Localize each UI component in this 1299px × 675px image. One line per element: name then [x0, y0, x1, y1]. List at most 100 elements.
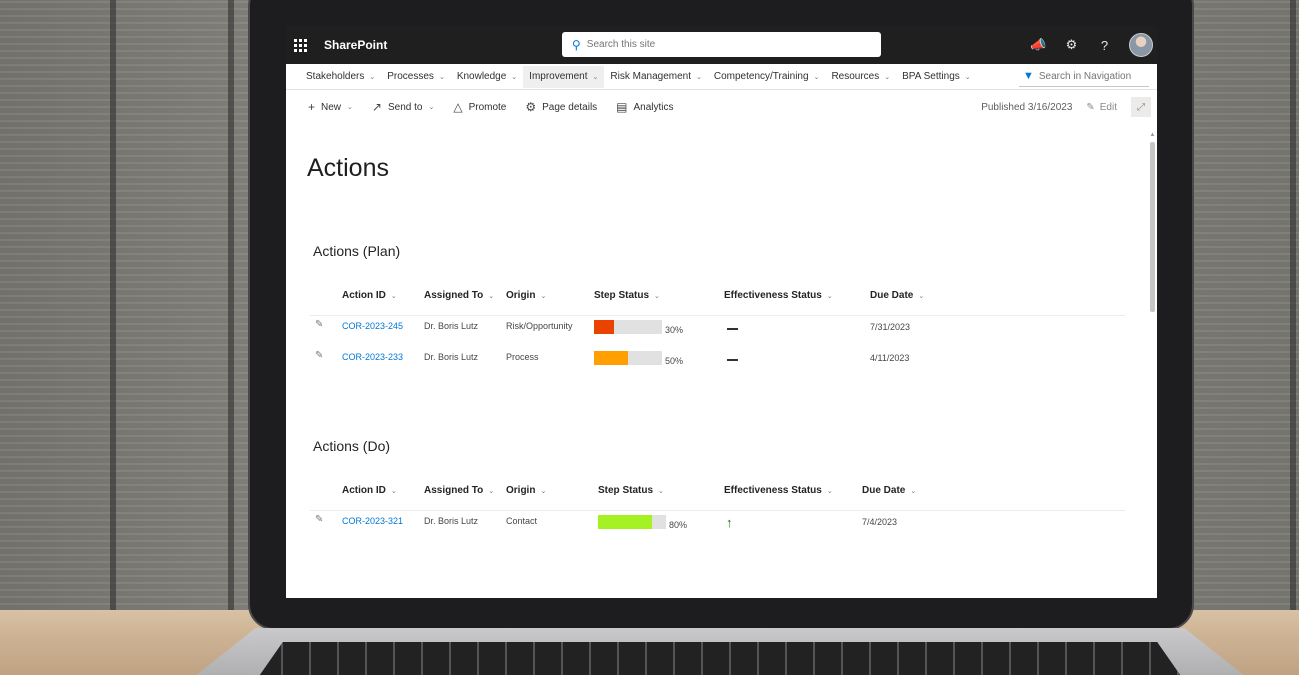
page-details-label: Page details [542, 101, 598, 113]
new-label: New [321, 101, 342, 113]
origin-cell: Risk/Opportunity [506, 321, 573, 331]
megaphone-icon[interactable]: 📣 [1030, 37, 1047, 53]
column-header-due-date[interactable]: Due Date ⌄ [862, 485, 916, 496]
edit-label: Edit [1099, 101, 1117, 113]
scroll-up-icon[interactable]: ▲ [1149, 130, 1156, 140]
chevron-down-icon: ⌄ [369, 73, 376, 81]
search-icon: ⚲ [572, 37, 581, 52]
column-header-label: Effectiveness Status [724, 485, 822, 496]
analytics-button[interactable]: ▤ Analytics [616, 100, 673, 114]
action-id-link[interactable]: COR-2023-321 [342, 516, 403, 526]
site-search-input[interactable] [586, 39, 857, 50]
step-status-progress-fill [598, 515, 653, 529]
column-header-label: Effectiveness Status [724, 290, 822, 301]
column-header-due-date[interactable]: Due Date ⌄ [870, 290, 924, 301]
step-status-percent: 80% [669, 520, 688, 530]
nav-item-resources[interactable]: Resources ⌄ [825, 66, 896, 88]
nav-item-competency-training[interactable]: Competency/Training ⌄ [708, 66, 826, 88]
chevron-down-icon: ⌄ [813, 73, 820, 81]
step-status-progress-fill [594, 351, 628, 365]
origin-cell: Contact [506, 516, 538, 526]
column-header-action-id[interactable]: Action ID ⌄ [342, 290, 397, 301]
site-search-box[interactable]: ⚲ [562, 32, 881, 57]
chevron-down-icon: ⌄ [964, 73, 971, 81]
step-status-percent: 30% [665, 325, 684, 335]
analytics-label: Analytics [633, 101, 674, 113]
avatar[interactable] [1129, 33, 1153, 57]
app-name[interactable]: SharePoint [324, 38, 387, 52]
column-header-label: Origin [506, 485, 536, 496]
promote-label: Promote [468, 101, 507, 113]
nav-search-box[interactable]: ▼ [1019, 66, 1149, 87]
column-header-label: Step Status [594, 290, 650, 301]
nav-item-processes[interactable]: Processes ⌄ [381, 66, 451, 88]
chevron-down-icon: ⌄ [488, 292, 495, 300]
chevron-down-icon: ⌄ [696, 73, 702, 81]
nav-item-improvement[interactable]: Improvement ⌄ [523, 65, 605, 88]
nav-search-input[interactable] [1038, 70, 1139, 82]
column-header-assigned-to[interactable]: Assigned To ⌄ [424, 485, 494, 496]
nav-item-label: Processes [387, 71, 434, 82]
edit-button[interactable]: ✎ Edit [1086, 102, 1117, 113]
waffle-icon[interactable] [294, 38, 324, 52]
share-icon: ↗ [371, 100, 382, 114]
command-bar: + New ⌄ ↗ Send to ⌄ △ Promote ⚙ Page details ▤… [286, 90, 1157, 124]
nav-item-bpa-settings[interactable]: BPA Settings ⌄ [896, 66, 977, 88]
column-header-label: Due Date [870, 290, 914, 301]
column-header-step-status[interactable]: Step Status ⌄ [598, 485, 664, 496]
edit-row-pencil-icon[interactable]: ✎ [315, 514, 323, 525]
megaphone-icon: △ [453, 100, 463, 114]
column-header-action-id[interactable]: Action ID ⌄ [342, 485, 397, 496]
scroll-thumb[interactable] [1150, 142, 1155, 312]
nav-item-label: Improvement [529, 71, 588, 82]
nav-item-risk-management[interactable]: Risk Management ⌄ [604, 66, 707, 88]
chevron-down-icon: ⌄ [347, 104, 353, 111]
chevron-down-icon: ⌄ [826, 292, 833, 300]
column-header-label: Due Date [862, 485, 906, 496]
help-icon[interactable]: ? [1096, 38, 1113, 53]
chevron-down-icon: ⌄ [540, 292, 547, 300]
new-button[interactable]: + New ⌄ [308, 100, 353, 114]
column-header-label: Assigned To [424, 290, 484, 301]
column-header-origin[interactable]: Origin ⌄ [506, 485, 546, 496]
published-status: Published 3/16/2023 [981, 101, 1073, 113]
pencil-icon: ✎ [1086, 101, 1095, 113]
effectiveness-none-dash [727, 328, 738, 330]
nav-item-label: Risk Management [610, 71, 691, 82]
step-status-progress-fill [594, 320, 615, 334]
column-header-step-status[interactable]: Step Status ⌄ [594, 290, 660, 301]
send-to-button[interactable]: ↗ Send to ⌄ [372, 100, 434, 114]
page-details-button[interactable]: ⚙ Page details [525, 100, 597, 114]
chevron-down-icon: ⌄ [540, 487, 547, 495]
chevron-down-icon: ⌄ [884, 73, 891, 81]
column-header-effectiveness-status[interactable]: Effectiveness Status ⌄ [724, 485, 833, 496]
chevron-down-icon: ⌄ [654, 292, 660, 300]
column-header-effectiveness-status[interactable]: Effectiveness Status ⌄ [724, 290, 833, 301]
nav-item-knowledge[interactable]: Knowledge ⌄ [451, 66, 523, 88]
column-header-assigned-to[interactable]: Assigned To ⌄ [424, 290, 494, 301]
action-id-link[interactable]: COR-2023-245 [342, 321, 403, 331]
edit-row-pencil-icon[interactable]: ✎ [315, 319, 323, 330]
page-scrollbar[interactable]: ▲ [1149, 130, 1156, 596]
collapse-icon[interactable]: ⤢ [1131, 97, 1151, 117]
page-title: Actions [307, 154, 389, 182]
suite-actions: 📣 ⚙ ? [1030, 26, 1153, 64]
command-bar-right: Published 3/16/2023 ✎ Edit ⤢ [981, 90, 1151, 124]
chevron-down-icon: ⌄ [658, 487, 664, 495]
analytics-icon: ▤ [616, 100, 628, 114]
plan-section-title: Actions (Plan) [313, 243, 401, 259]
column-header-origin[interactable]: Origin ⌄ [506, 290, 546, 301]
gear-icon: ⚙ [525, 100, 537, 114]
chevron-down-icon: ⌄ [488, 487, 495, 495]
chevron-down-icon: ⌄ [918, 292, 925, 300]
chevron-down-icon: ⌄ [511, 73, 518, 81]
action-id-link[interactable]: COR-2023-233 [342, 352, 403, 362]
arrow-up-icon: ↑ [726, 515, 733, 530]
nav-item-label: Competency/Training [713, 71, 809, 82]
promote-button[interactable]: △ Promote [453, 100, 506, 114]
origin-cell: Process [506, 352, 539, 362]
plus-icon: + [308, 100, 316, 114]
nav-item-stakeholders[interactable]: Stakeholders ⌄ [300, 66, 381, 88]
gear-icon[interactable]: ⚙ [1063, 37, 1080, 53]
edit-row-pencil-icon[interactable]: ✎ [315, 350, 323, 361]
